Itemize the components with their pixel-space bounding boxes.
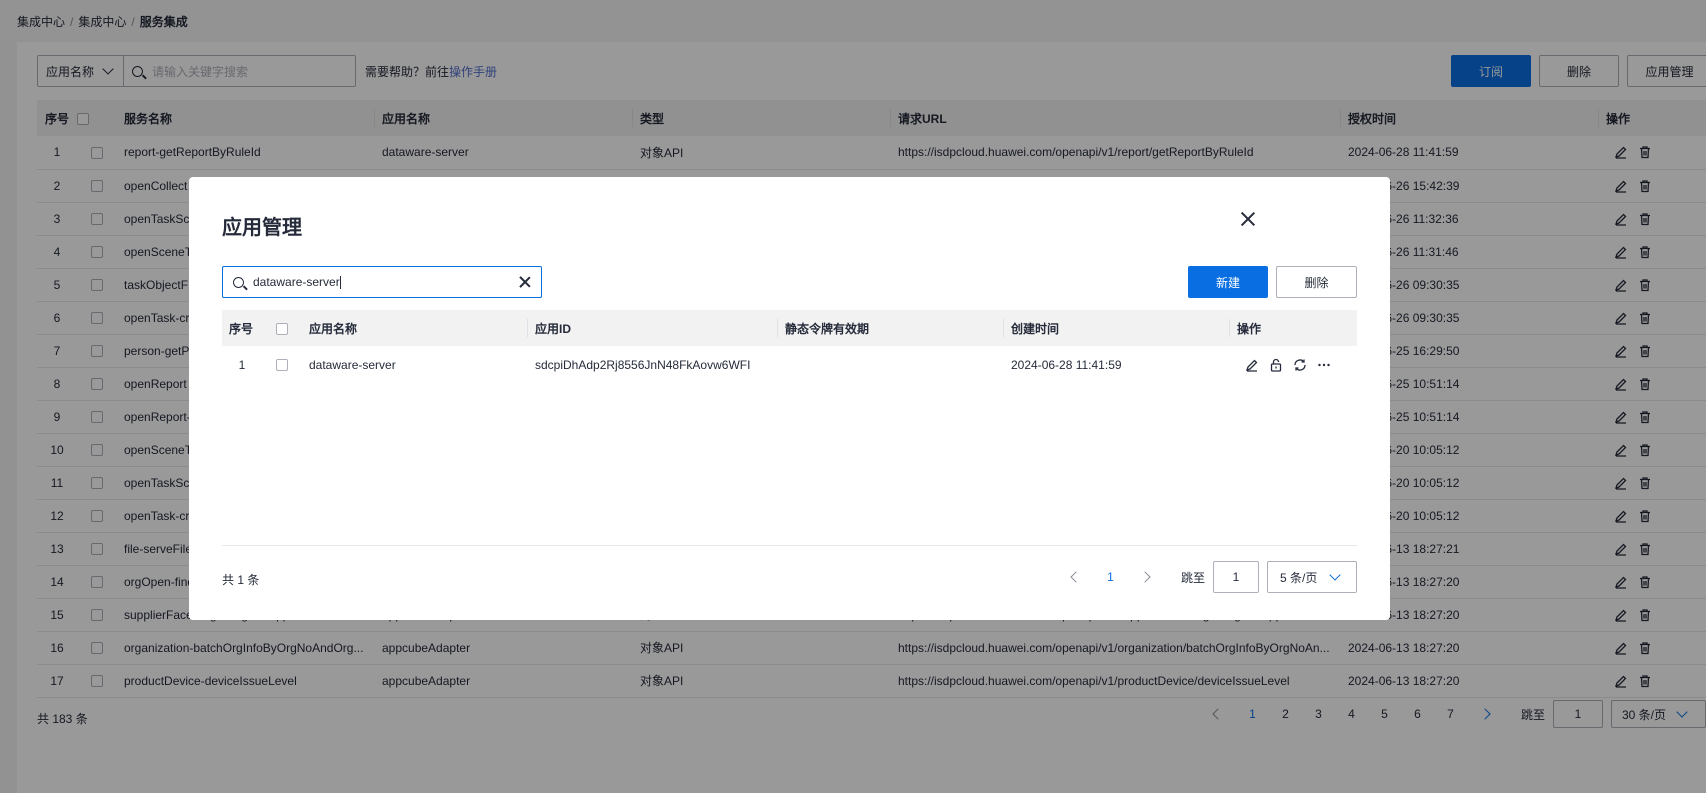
search-icon — [233, 276, 244, 288]
clear-icon[interactable] — [519, 276, 531, 288]
app-search-value: dataware-server — [253, 275, 340, 289]
dialog-pagination: 1 跳至 1 5 条/页 — [1058, 561, 1357, 593]
chevron-down-icon — [1329, 569, 1342, 581]
column-header-label: 序号 — [229, 321, 254, 336]
column-header-label: 创建时间 — [1011, 321, 1060, 336]
column-header: 创建时间 — [1004, 310, 1230, 346]
app-row-index: 1 — [238, 357, 246, 372]
app-row-actions — [1237, 358, 1357, 372]
next-page-icon[interactable] — [1139, 571, 1151, 583]
app-row: 1 dataware-server sdcpiDhAdp2Rj8556JnN48… — [222, 346, 1357, 383]
dialog-page-size-select[interactable]: 5 条/页 — [1267, 561, 1357, 593]
dialog-title: 应用管理 — [222, 217, 302, 239]
jump-label: 跳至 — [1180, 570, 1205, 585]
delete-app-button[interactable]: 删除 — [1276, 266, 1357, 298]
close-icon[interactable] — [1240, 211, 1256, 227]
column-header-label: 静态令牌有效期 — [785, 321, 870, 336]
app-row-created: 2024-06-28 11:41:59 — [1011, 357, 1122, 372]
new-app-button[interactable]: 新建 — [1188, 266, 1268, 298]
text-cursor — [339, 275, 341, 289]
dialog-jump-input[interactable]: 1 — [1213, 561, 1259, 593]
select-all-checkbox[interactable] — [276, 322, 288, 335]
column-header[interactable] — [262, 310, 302, 346]
column-header: 操作 — [1230, 310, 1357, 346]
app-search-input[interactable]: dataware-server — [222, 266, 542, 298]
divider — [222, 545, 1357, 546]
row-checkbox[interactable] — [276, 359, 288, 372]
dialog-total-count: 共 1 条 — [222, 573, 260, 587]
column-header: 序号 — [222, 310, 262, 346]
prev-page-icon[interactable] — [1070, 571, 1082, 583]
column-header-label: 应用名称 — [309, 321, 358, 336]
more-icon[interactable] — [1317, 358, 1331, 372]
column-header-label: 应用ID — [535, 321, 572, 336]
column-header: 应用名称 — [302, 310, 528, 346]
refresh-icon[interactable] — [1293, 358, 1307, 372]
app-manage-dialog: 应用管理 dataware-server 新建 删除 序号 应用名称 应用ID 静态令… — [189, 177, 1390, 620]
app-row-token-expiry — [778, 346, 1004, 383]
column-header: 应用ID — [528, 310, 778, 346]
app-row-name: dataware-server — [309, 357, 396, 372]
unlock-icon[interactable] — [1269, 358, 1283, 372]
app-row-id: sdcpiDhAdp2Rj8556JnN48FkAovw6WFI — [535, 357, 751, 372]
page-number[interactable]: 1 — [1094, 570, 1127, 584]
app-table: 序号 应用名称 应用ID 静态令牌有效期 创建时间 操作 1 dataware-serve… — [222, 310, 1357, 383]
column-header-label: 操作 — [1237, 321, 1262, 336]
edit-icon[interactable] — [1245, 358, 1259, 372]
column-header: 静态令牌有效期 — [778, 310, 1004, 346]
page-size-label: 5 条/页 — [1280, 570, 1318, 585]
